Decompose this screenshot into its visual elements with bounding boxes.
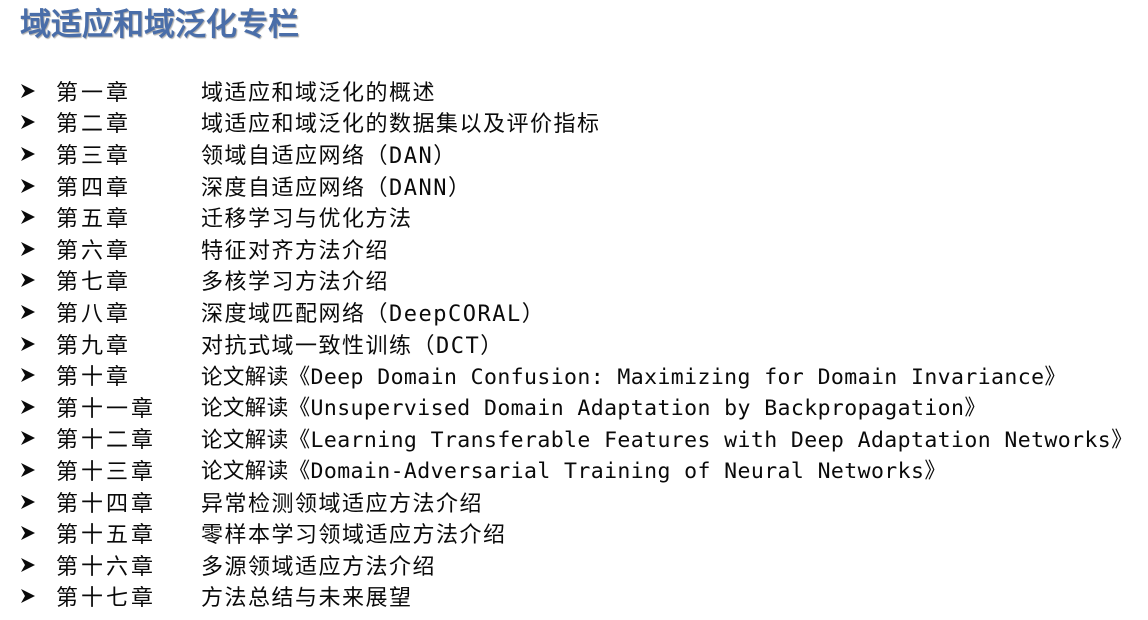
chapter-item: 第十三章 论文解读《Domain-Adversarial Training of … — [20, 454, 1145, 486]
chapter-number: 第一章 — [56, 80, 132, 106]
chapter-number: 第十章 — [56, 365, 132, 391]
chapter-item: 第十二章 论文解读《Learning Transferable Features … — [20, 423, 1145, 455]
chapter-number: 第四章 — [56, 175, 132, 201]
chapter-number: 第十二章 — [56, 428, 157, 454]
arrowhead-bullet-icon — [20, 588, 56, 604]
arrowhead-bullet-icon — [20, 241, 56, 257]
arrowhead-bullet-icon — [20, 399, 56, 415]
chapter-topic: 域适应和域泛化的数据集以及评价指标 — [201, 112, 601, 138]
chapter-item: 第六章 特征对齐方法介绍 — [20, 233, 1145, 265]
chapter-topic: 多核学习方法介绍 — [201, 270, 390, 296]
chapter-topic: 深度域匹配网络（DeepCORAL） — [201, 301, 546, 327]
chapter-number: 第五章 — [56, 207, 132, 233]
chapter-topic: 域适应和域泛化的概述 — [201, 80, 437, 106]
chapter-topic: 论文解读《Unsupervised Domain Adaptation by B… — [201, 396, 987, 422]
arrowhead-bullet-icon — [20, 367, 56, 383]
arrowhead-bullet-icon — [20, 336, 56, 352]
chapter-number: 第十四章 — [56, 491, 157, 517]
arrowhead-bullet-icon — [20, 494, 56, 510]
chapter-number: 第二章 — [56, 112, 132, 138]
arrowhead-bullet-icon — [20, 272, 56, 288]
chapter-number: 第十六章 — [56, 554, 157, 580]
arrowhead-bullet-icon — [20, 178, 56, 194]
chapter-topic: 对抗式域一致性训练（DCT） — [201, 333, 504, 359]
arrowhead-bullet-icon — [20, 557, 56, 573]
chapter-number: 第十三章 — [56, 459, 157, 485]
page-title: 域适应和域泛化专栏 — [20, 7, 299, 43]
chapter-item: 第四章 深度自适应网络（DANN） — [20, 170, 1145, 202]
chapter-item: 第五章 迁移学习与优化方法 — [20, 201, 1145, 233]
chapter-topic: 领域自适应网络（DAN） — [201, 143, 457, 169]
chapter-topic: 多源领域适应方法介绍 — [201, 554, 437, 580]
arrowhead-bullet-icon — [20, 83, 56, 99]
arrowhead-bullet-icon — [20, 209, 56, 225]
chapter-item: 第三章 领域自适应网络（DAN） — [20, 138, 1145, 170]
chapter-topic: 异常检测领域适应方法介绍 — [201, 491, 484, 517]
chapter-topic: 论文解读《Domain-Adversarial Training of Neur… — [201, 459, 947, 485]
chapter-topic: 迁移学习与优化方法 — [201, 207, 413, 233]
chapter-item: 第十一章 论文解读《Unsupervised Domain Adaptation … — [20, 391, 1145, 423]
arrowhead-bullet-icon — [20, 146, 56, 162]
chapter-number: 第八章 — [56, 301, 132, 327]
chapter-item: 第十四章 异常检测领域适应方法介绍 — [20, 486, 1145, 518]
chapter-item: 第七章 多核学习方法介绍 — [20, 265, 1145, 297]
chapter-topic: 论文解读《Deep Domain Confusion: Maximizing f… — [201, 364, 1067, 390]
chapter-number: 第十七章 — [56, 586, 157, 612]
chapter-number: 第九章 — [56, 333, 132, 359]
chapter-number: 第七章 — [56, 270, 132, 296]
chapter-number: 第十一章 — [56, 396, 157, 422]
chapter-topic: 深度自适应网络（DANN） — [201, 175, 472, 201]
chapter-item: 第十六章 多源领域适应方法介绍 — [20, 549, 1145, 581]
chapter-item: 第十五章 零样本学习领域适应方法介绍 — [20, 517, 1145, 549]
arrowhead-bullet-icon — [20, 462, 56, 478]
chapter-item: 第十章 论文解读《Deep Domain Confusion: Maximizin… — [20, 359, 1145, 391]
arrowhead-bullet-icon — [20, 430, 56, 446]
chapter-number: 第六章 — [56, 238, 132, 264]
chapter-item: 第一章 域适应和域泛化的概述 — [20, 75, 1145, 107]
chapter-topic: 零样本学习领域适应方法介绍 — [201, 523, 507, 549]
chapter-number: 第十五章 — [56, 523, 157, 549]
arrowhead-bullet-icon — [20, 525, 56, 541]
arrowhead-bullet-icon — [20, 114, 56, 130]
chapter-item: 第八章 深度域匹配网络（DeepCORAL） — [20, 296, 1145, 328]
chapter-topic: 论文解读《Learning Transferable Features with… — [201, 427, 1134, 453]
chapter-topic: 方法总结与未来展望 — [201, 586, 413, 612]
chapter-number: 第三章 — [56, 143, 132, 169]
chapter-list: 第一章 域适应和域泛化的概述第二章 域适应和域泛化的数据集以及评价指标第三章 领域自适… — [20, 75, 1145, 612]
chapter-item: 第二章 域适应和域泛化的数据集以及评价指标 — [20, 107, 1145, 139]
chapter-item: 第九章 对抗式域一致性训练（DCT） — [20, 328, 1145, 360]
chapter-item: 第十七章 方法总结与未来展望 — [20, 581, 1145, 613]
arrowhead-bullet-icon — [20, 304, 56, 320]
document-page: 域适应和域泛化专栏 第一章 域适应和域泛化的概述第二章 域适应和域泛化的数据集以及评… — [0, 0, 1148, 620]
chapter-topic: 特征对齐方法介绍 — [201, 238, 390, 264]
